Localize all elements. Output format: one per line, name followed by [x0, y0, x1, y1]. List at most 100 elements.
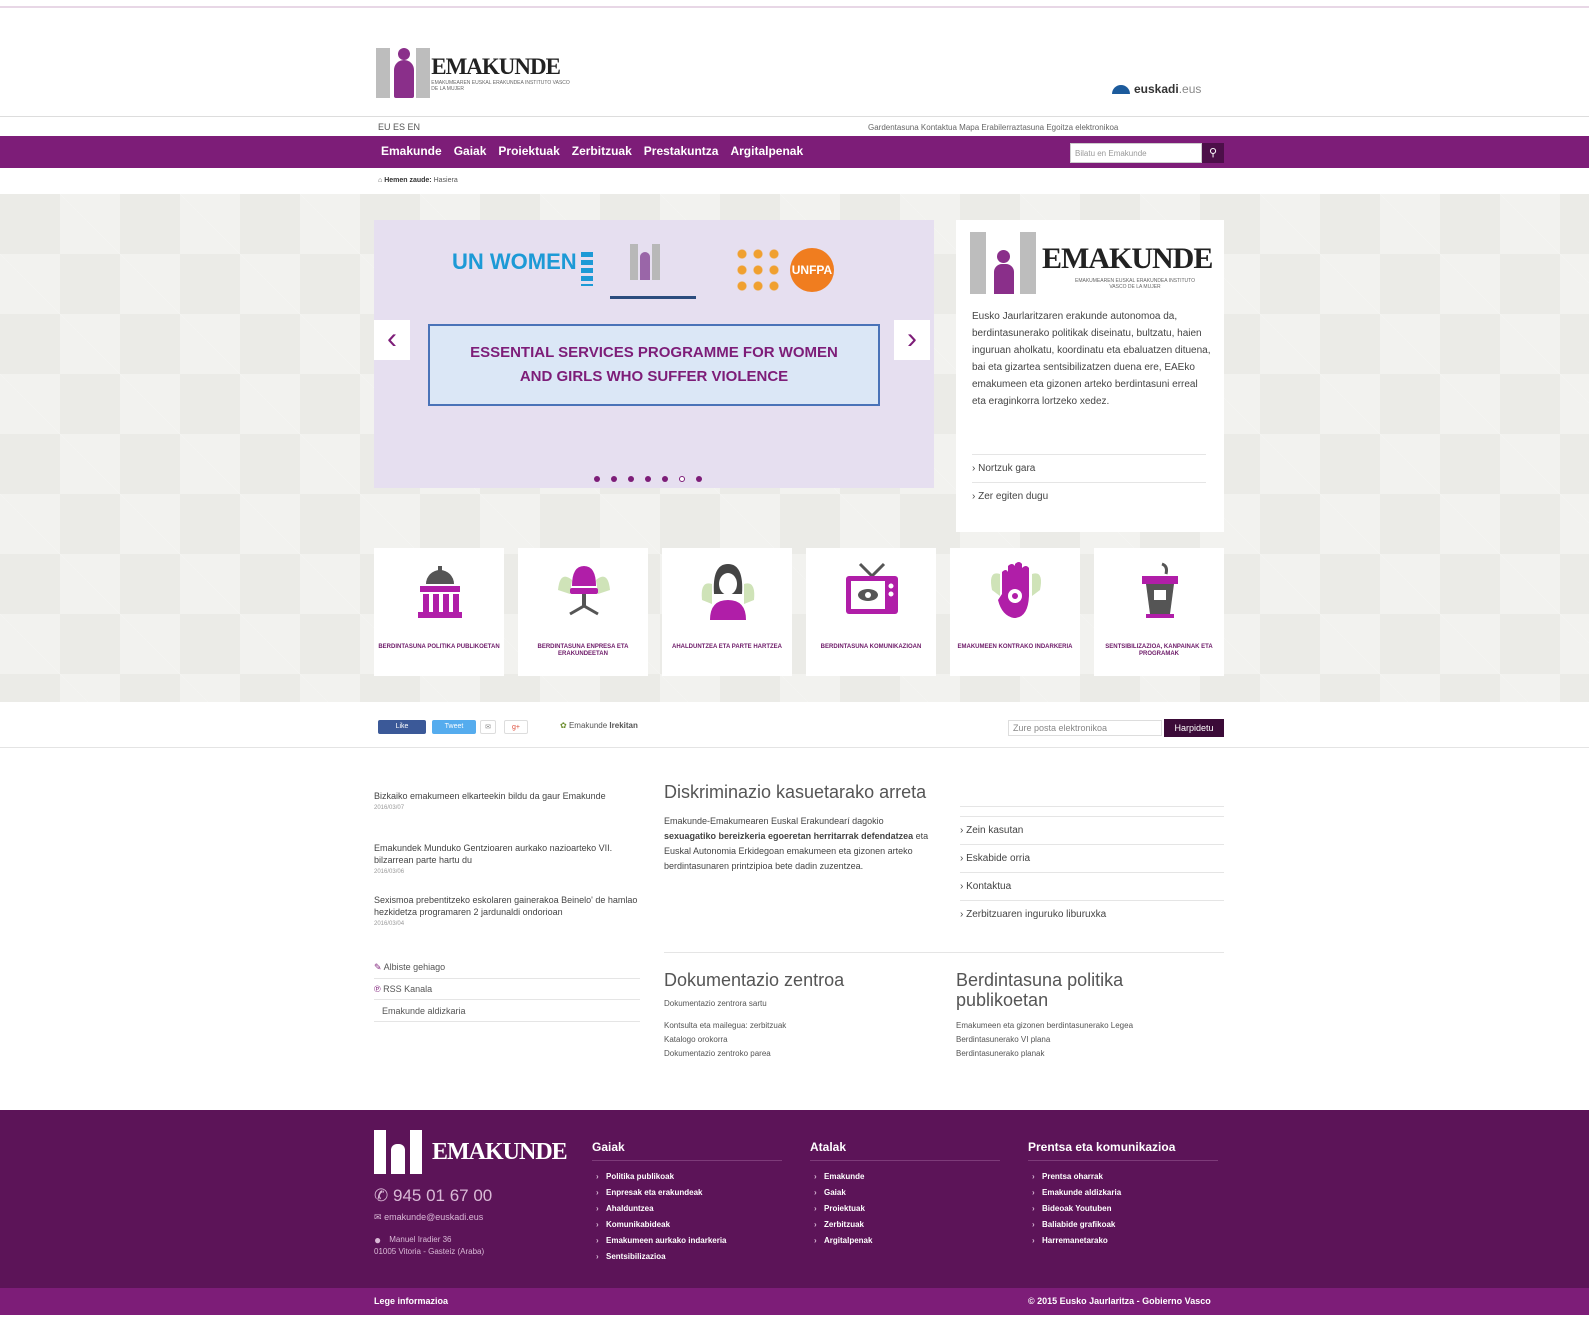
irekia-label: Emakunde — [568, 721, 608, 730]
site-logo[interactable]: EMAKUNDE EMAKUMEAREN EUSKAL ERAKUNDEA IN… — [374, 44, 574, 102]
footer-email[interactable]: ✉ emakunde@euskadi.eus — [374, 1212, 483, 1223]
footer-link[interactable]: Emakumeen aurkako indarkeria — [592, 1233, 782, 1249]
policy-link-1[interactable]: Emakumeen eta gizonen berdintasunerako L… — [956, 1018, 1133, 1033]
euskadi-name: euskadi — [1134, 82, 1179, 96]
footer-link[interactable]: Sentsibilizazioa — [592, 1249, 782, 1265]
utility-links[interactable]: Gardentasuna Kontaktua Mapa Erabilerrazt… — [868, 123, 1118, 132]
tile-politika[interactable]: BERDINTASUNA POLITIKA PUBLIKOETAN — [374, 548, 504, 676]
footer-link[interactable]: Politika publikoak — [592, 1169, 782, 1185]
footer-link[interactable]: Argitalpenak — [810, 1233, 1000, 1249]
breadcrumb-label[interactable]: Hemen zaude: — [384, 177, 431, 184]
footer-link[interactable]: Komunikabideak — [592, 1217, 782, 1233]
nav-item-emakunde[interactable]: Emakunde — [381, 144, 442, 158]
footer-link[interactable]: Gaiak — [810, 1185, 1000, 1201]
about-link-nortzuk[interactable]: › Nortzuk gara — [972, 454, 1206, 474]
unfpa-logo: UNFPA — [734, 246, 854, 296]
un-women-text: UN WOMEN — [452, 249, 577, 274]
footer-link[interactable]: Proiektuak — [810, 1201, 1000, 1217]
rss-link[interactable]: ℗ RSS Kanala — [374, 984, 640, 1000]
slider-dot[interactable] — [645, 476, 651, 482]
slider-dot[interactable] — [628, 476, 634, 482]
footer-link[interactable]: Enpresak eta erakundeak — [592, 1185, 782, 1201]
news-item[interactable]: Emakundek Munduko Gentzioaren aurkako na… — [374, 842, 640, 878]
news-item[interactable]: Sexismoa prebentitzeko eskolaren gainera… — [374, 894, 640, 930]
footer-link[interactable]: Emakunde aldizkaria — [1028, 1185, 1218, 1201]
search-button[interactable]: ⚲ — [1202, 143, 1224, 163]
share-row — [0, 716, 1589, 748]
news-date: 2016/03/07 — [374, 805, 405, 811]
irekia-link[interactable]: ✿ Emakunde Irekitan — [560, 721, 638, 730]
news-title[interactable]: Emakundek Munduko Gentzioaren aurkako na… — [374, 842, 640, 866]
footer-link[interactable]: Ahalduntzea — [592, 1201, 782, 1217]
email-share-icon[interactable]: ✉ — [480, 720, 496, 734]
government-building-icon — [418, 566, 462, 618]
more-news-link[interactable]: ✎ Albiste gehiago — [374, 962, 640, 979]
facebook-like-button[interactable]: Like — [378, 720, 426, 734]
about-card-logo: EMAKUNDE EMAKUMEAREN EUSKAL ERAKUNDEA IN… — [970, 232, 1213, 298]
breadcrumb-current: Hasiera — [433, 177, 458, 184]
discrimination-link-1[interactable]: › Zein kasutan — [960, 816, 1224, 836]
slider-dot[interactable] — [679, 476, 685, 482]
tile-enpresa[interactable]: BERDINTASUNA ENPRESA ETA ERAKUNDEETAN — [518, 548, 648, 676]
footer-logo[interactable]: EMAKUNDE — [374, 1130, 568, 1174]
newsletter-subscribe-button[interactable]: Harpidetu — [1164, 719, 1224, 737]
nav-item-gaiak[interactable]: Gaiak — [454, 144, 487, 158]
legal-info-link[interactable]: Lege informazioa — [374, 1296, 448, 1306]
tile-ahalduntzea[interactable]: AHALDUNTZEA ETA PARTE HARTZEA — [662, 548, 792, 676]
nav-item-proiektuak[interactable]: Proiektuak — [498, 144, 559, 158]
section-divider — [664, 952, 1224, 953]
policy-link-3[interactable]: Berdintasunerako planak — [956, 1046, 1045, 1061]
language-selector[interactable]: EU ES EN — [378, 122, 420, 132]
nav-item-zerbitzuak[interactable]: Zerbitzuak — [572, 144, 632, 158]
footer-link[interactable]: Bideoak Youtuben — [1028, 1201, 1218, 1217]
tile-sentsibilizazioa[interactable]: SENTSIBILIZAZIOA, KANPAINAK ETA PROGRAMA… — [1094, 548, 1224, 676]
discrimination-link-2[interactable]: › Eskabide orria — [960, 844, 1224, 864]
main-nav-items: Emakunde Gaiak Proiektuak Zerbitzuak Pre… — [381, 144, 803, 158]
slide-banner[interactable]: ESSENTIAL SERVICES PROGRAMME FOR WOMEN A… — [428, 324, 880, 406]
top-border — [0, 6, 1589, 8]
docs-link-3[interactable]: Dokumentazio zentroko parea — [664, 1046, 771, 1061]
googleplus-icon[interactable]: g+ — [504, 720, 528, 734]
news-title[interactable]: Bizkaiko emakumeen elkarteekin bildu da … — [374, 790, 640, 802]
slider-dot[interactable] — [594, 476, 600, 482]
mail-icon: ✉ — [374, 1212, 382, 1222]
partner-logos: UN WOMEN UNFPA — [452, 240, 862, 302]
footer-link[interactable]: Emakunde — [810, 1169, 1000, 1185]
news-item[interactable]: Bizkaiko emakumeen elkarteekin bildu da … — [374, 790, 640, 814]
tile-indarkeria[interactable]: EMAKUMEEN KONTRAKO INDARKERIA — [950, 548, 1080, 676]
slider-dot[interactable] — [696, 476, 702, 482]
footer-link[interactable]: Harremanetarako — [1028, 1233, 1218, 1249]
slider-prev-button[interactable]: ‹ — [374, 320, 410, 360]
office-chair-icon — [558, 566, 610, 616]
footer-link[interactable]: Baliabide grafikoak — [1028, 1217, 1218, 1233]
footer-phone: ✆ 945 01 67 00 — [374, 1186, 493, 1205]
footer-link[interactable]: Zerbitzuak — [810, 1217, 1000, 1233]
footer-col-title: Atalak — [810, 1140, 1000, 1161]
unfpa-text: UNFPA — [790, 248, 834, 292]
docs-link-2[interactable]: Katalogo orokorra — [664, 1032, 728, 1047]
about-link-zer[interactable]: › Zer egiten dugu — [972, 482, 1206, 502]
euskadi-link[interactable]: euskadi .eus — [1112, 82, 1201, 96]
phone-icon: ✆ — [374, 1186, 389, 1205]
search-input[interactable]: Bilatu en Emakunde — [1070, 143, 1202, 163]
tile-label: BERDINTASUNA KOMUNIKAZIOAN — [820, 644, 922, 650]
slider-dot[interactable] — [611, 476, 617, 482]
docs-link-1[interactable]: Kontsulta eta mailegua: zerbitzuak — [664, 1018, 786, 1033]
policy-link-2[interactable]: Berdintasunerako VI plana — [956, 1032, 1050, 1047]
tile-komunikazioa[interactable]: BERDINTASUNA KOMUNIKAZIOAN — [806, 548, 936, 676]
logo-title: EMAKUNDE — [431, 54, 561, 79]
newsletter-email-input[interactable]: Zure posta elektronikoa — [1008, 720, 1162, 736]
nav-item-prestakuntza[interactable]: Prestakuntza — [644, 144, 719, 158]
tweet-button[interactable]: Tweet — [432, 720, 476, 734]
news-title[interactable]: Sexismoa prebentitzeko eskolaren gainera… — [374, 894, 640, 918]
slider-dot[interactable] — [662, 476, 668, 482]
docs-sub-link[interactable]: Dokumentazio zentrora sartu — [664, 996, 767, 1011]
discrimination-link-3[interactable]: › Kontaktua — [960, 872, 1224, 892]
discrimination-link-4[interactable]: › Zerbitzuaren inguruko liburuxka — [960, 900, 1224, 920]
euskadi-logo-icon — [1112, 84, 1130, 94]
nav-item-argitalpenak[interactable]: Argitalpenak — [730, 144, 803, 158]
footer-link[interactable]: Prentsa oharrak — [1028, 1169, 1218, 1185]
slider-next-button[interactable]: › — [894, 320, 930, 360]
copyright: © 2015 Eusko Jaurlaritza - Gobierno Vasc… — [1028, 1296, 1211, 1306]
magazine-link[interactable]: Emakunde aldizkaria — [374, 1006, 640, 1022]
